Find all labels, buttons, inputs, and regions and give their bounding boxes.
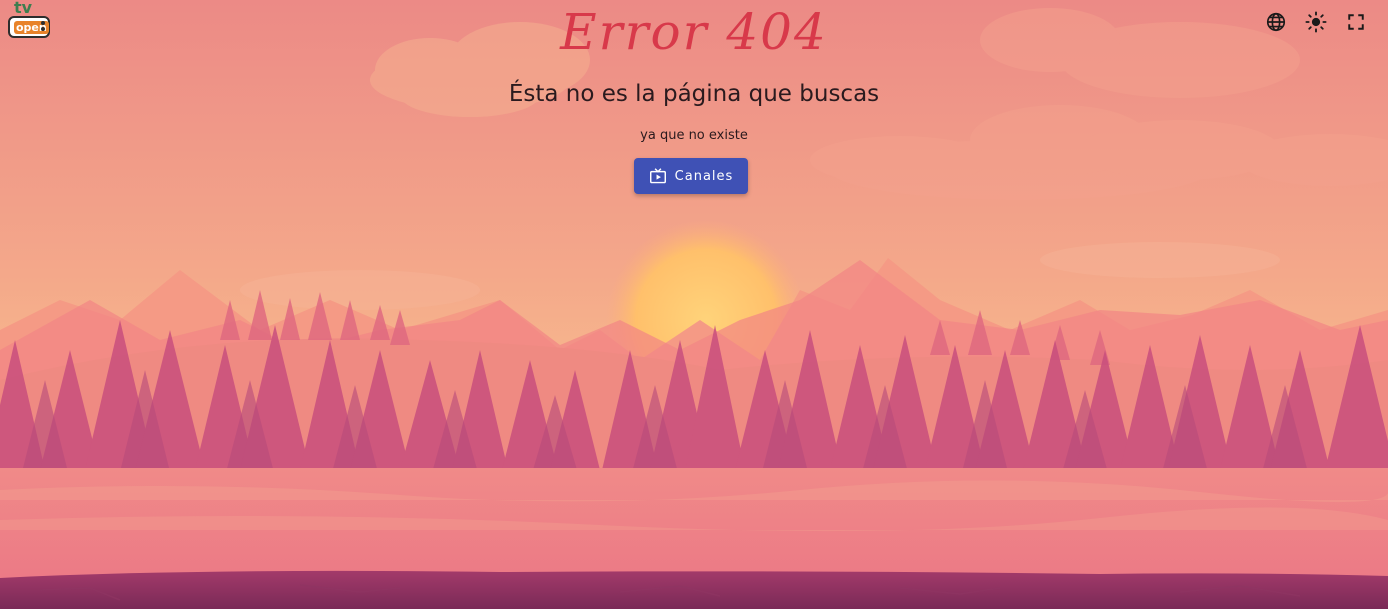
tv-play-icon [649, 168, 666, 184]
channels-button[interactable]: Canales [634, 158, 748, 194]
channels-button-label: Canales [674, 168, 734, 184]
error-title: Error 404 [560, 3, 828, 61]
error-description: ya que no existe [640, 128, 748, 143]
error-subtitle: Ésta no es la página que buscas [508, 81, 880, 107]
page: tv open Error 404 Ésta no es la página q… [0, 0, 1388, 609]
